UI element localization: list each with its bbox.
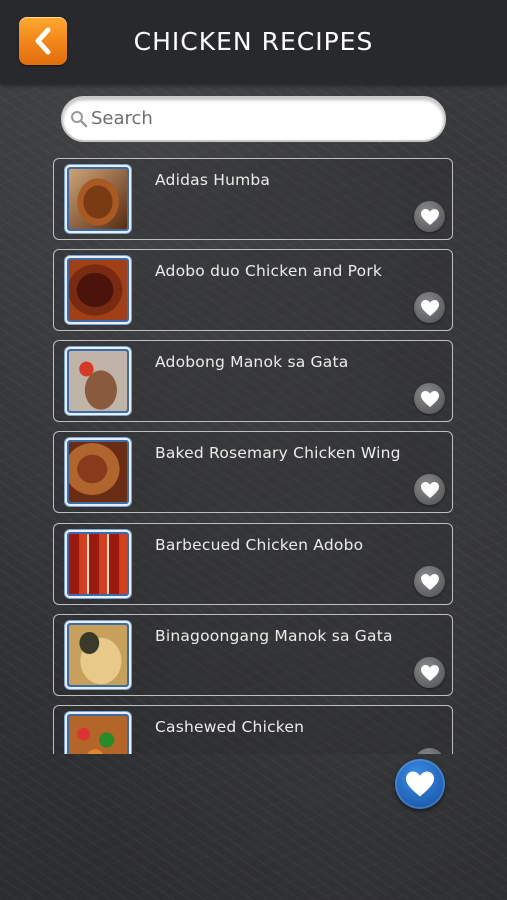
recipe-list[interactable]: Adidas Humba Adobo duo Chicken and Pork … [53,158,455,754]
search-bar[interactable] [61,96,446,142]
list-item[interactable]: Adobo duo Chicken and Pork [53,249,453,331]
list-item[interactable]: Adidas Humba [53,158,453,240]
recipe-thumbnail [65,530,131,598]
favorite-button[interactable] [414,748,445,754]
top-bar: CHICKEN RECIPES [0,0,507,84]
recipe-thumbnail [65,256,131,324]
page-title: CHICKEN RECIPES [133,27,374,56]
list-item[interactable]: Baked Rosemary Chicken Wing [53,431,453,513]
recipe-name: Baked Rosemary Chicken Wing [155,444,401,462]
recipe-name: Barbecued Chicken Adobo [155,536,364,554]
heart-icon [420,481,439,498]
recipe-thumbnail [65,165,131,233]
heart-icon [406,771,434,797]
list-item[interactable]: Binagoongang Manok sa Gata [53,614,453,696]
heart-icon [420,573,439,590]
list-item[interactable]: Cashewed Chicken [53,705,453,754]
favorite-button[interactable] [414,657,445,688]
heart-icon [420,299,439,316]
recipe-name: Binagoongang Manok sa Gata [155,627,393,645]
recipe-name: Adobo duo Chicken and Pork [155,262,383,280]
favorite-button[interactable] [414,383,445,414]
heart-icon [420,390,439,407]
recipe-name: Adidas Humba [155,171,271,189]
list-item[interactable]: Barbecued Chicken Adobo [53,523,453,605]
favorite-button[interactable] [414,201,445,232]
favorite-button[interactable] [414,474,445,505]
recipe-thumbnail [65,712,131,754]
search-icon [69,109,89,129]
recipe-thumbnail [65,347,131,415]
favorite-button[interactable] [414,292,445,323]
recipe-thumbnail [65,438,131,506]
favorite-button[interactable] [414,566,445,597]
list-item[interactable]: Adobong Manok sa Gata [53,340,453,422]
heart-icon [420,664,439,681]
heart-icon [420,208,439,225]
recipe-name: Cashewed Chicken [155,718,305,736]
favorites-button[interactable] [395,759,445,809]
recipe-name: Adobong Manok sa Gata [155,353,349,371]
search-input[interactable] [89,107,421,129]
recipe-thumbnail [65,621,131,689]
